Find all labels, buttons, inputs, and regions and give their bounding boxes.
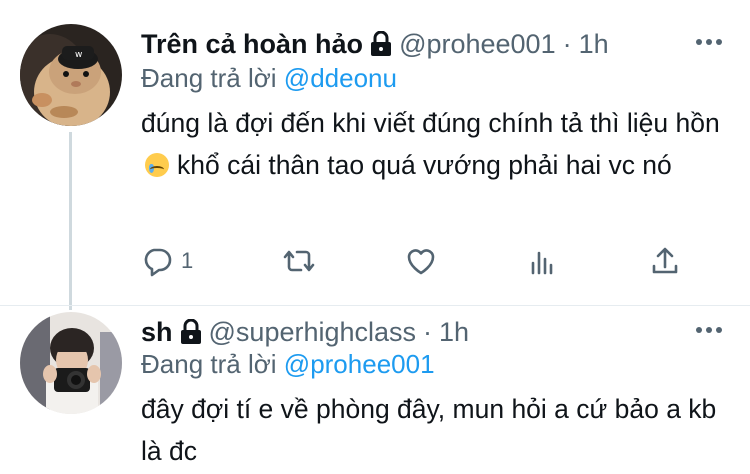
analytics-icon <box>531 251 553 275</box>
tweet-2[interactable]: sh @superhighclass · 1h Đang trả lời @pr… <box>0 306 750 474</box>
display-name[interactable]: sh <box>141 317 173 348</box>
reply-icon <box>144 248 172 277</box>
retweet-icon <box>283 250 315 272</box>
hamster-avatar-image: w <box>20 24 122 126</box>
replying-to: Đang trả lời @prohee001 <box>141 348 435 380</box>
reply-button[interactable]: 1 <box>141 245 193 277</box>
retweet-button[interactable] <box>283 245 315 277</box>
tweet-text-part-1: đúng là đợi đến khi viết đúng chính tả t… <box>141 108 720 138</box>
display-name[interactable]: Trên cả hoàn hảo <box>141 29 363 60</box>
share-icon <box>652 247 678 274</box>
share-button[interactable] <box>649 245 681 277</box>
avatar[interactable]: w <box>20 24 122 126</box>
replying-to-prefix: Đang trả lời <box>141 63 277 93</box>
analytics-button[interactable] <box>527 245 559 277</box>
tweet-text: đây đợi tí e về phòng đây, mun hỏi a cứ … <box>141 394 717 466</box>
timestamp[interactable]: 1h <box>439 317 469 348</box>
sad-tear-emoji-icon <box>145 153 169 177</box>
tweet-header: sh @superhighclass · 1h <box>141 314 469 350</box>
replying-to-prefix: Đang trả lời <box>141 349 277 379</box>
lock-icon <box>180 319 201 344</box>
like-icon <box>407 249 435 275</box>
handle[interactable]: @superhighclass <box>209 317 417 348</box>
tweet-header: Trên cả hoàn hảo @prohee001 · 1h <box>141 26 609 62</box>
more-options-icon[interactable] <box>696 39 722 45</box>
thread-line <box>69 132 72 310</box>
tweet-text: đúng là đợi đến khi viết đúng chính tả t… <box>141 102 731 186</box>
lock-icon <box>371 31 392 56</box>
replying-to-mention[interactable]: @ddeonu <box>284 63 397 93</box>
replying-to: Đang trả lời @ddeonu <box>141 62 397 94</box>
like-button[interactable] <box>405 245 437 277</box>
separator-dot: · <box>423 316 433 347</box>
separator-dot: · <box>562 28 572 59</box>
svg-text:w: w <box>75 50 82 60</box>
timestamp[interactable]: 1h <box>579 29 609 60</box>
tweet-actions: 1 <box>141 244 681 278</box>
avatar[interactable] <box>20 312 122 414</box>
more-options-icon[interactable] <box>696 327 722 333</box>
replying-to-mention[interactable]: @prohee001 <box>284 349 435 379</box>
tweet-text-part-2: khổ cái thân tao quá vướng phải hai vc n… <box>177 150 672 180</box>
person-camera-avatar-image <box>20 312 122 414</box>
reply-count: 1 <box>181 248 194 273</box>
handle[interactable]: @prohee001 <box>399 29 556 60</box>
tweet-1[interactable]: w Trên cả hoàn hảo @prohee001 · 1h Đang … <box>0 0 750 310</box>
